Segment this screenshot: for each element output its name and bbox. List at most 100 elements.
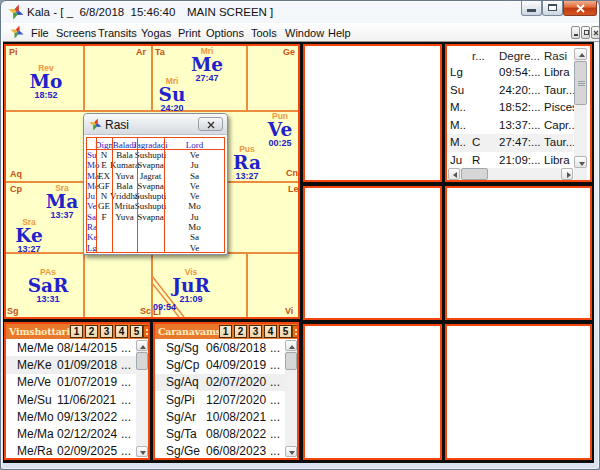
planet-table-vscrollbar[interactable] [574, 48, 587, 168]
scroll-left-button[interactable] [448, 168, 460, 180]
dasha-more: ... [270, 427, 280, 441]
rasi-popup-icon [89, 118, 102, 131]
dasha-row[interactable]: Me/Mo 09/13/2022 ... [6, 408, 148, 425]
dasha-row[interactable]: Sg/Ar 10/08/2021 ... [155, 408, 297, 425]
dasha-row[interactable]: Sg/Sg 06/08/2018 ... [155, 339, 297, 356]
vimshottari-tab-2[interactable]: 2 [85, 325, 98, 338]
rasi-cell: Taur... [544, 84, 575, 96]
mdi-close-button[interactable] [591, 26, 600, 39]
vimshottari-scrollbar[interactable] [136, 340, 148, 457]
dasha-row[interactable]: Me/Ke 01/09/2018 ... [6, 356, 148, 373]
maximize-button[interactable] [542, 1, 563, 16]
caranavamsa-scrollbar[interactable] [285, 340, 297, 457]
minimize-button[interactable] [521, 1, 542, 16]
rasi-popup-close-button[interactable] [198, 117, 223, 131]
menu-screens[interactable]: Screens [56, 27, 96, 39]
scroll-right-button[interactable] [561, 168, 573, 180]
planet-name: SaR [17, 276, 79, 295]
sign-label-pi: Pi [9, 48, 18, 57]
planet-degree: 18:52 [16, 91, 76, 99]
rasi-popup-window: Rasi Su N Bala Sushupti Ve [83, 113, 228, 255]
vimshottari-tab-1[interactable]: 1 [70, 325, 83, 338]
scroll-up-button[interactable] [136, 340, 148, 351]
caranavamsa-tab-2[interactable]: 2 [234, 325, 247, 338]
vscroll-thumb[interactable] [574, 61, 587, 105]
scroll-down-button[interactable] [285, 446, 297, 457]
planet-table-row[interactable]: M.. 13:37:... Capr.. [447, 117, 573, 135]
rasi-cell: Pisces [544, 101, 578, 113]
menu-yogas[interactable]: Yogas [141, 27, 171, 39]
scroll-up-button[interactable] [574, 48, 587, 60]
planet-table-rows: Lg 09:54:... Libra Su 24:20:... Taur... [447, 64, 573, 170]
scroll-down-button[interactable] [136, 446, 148, 457]
caranavamsa-tab-1[interactable]: 1 [219, 325, 232, 338]
planet-name: Su [142, 85, 202, 104]
dasha-pair: Me/Ma [17, 427, 53, 441]
caranavamsa-tab-4[interactable]: 4 [264, 325, 277, 338]
vimshottari-tab-3[interactable]: 3 [100, 325, 113, 338]
dasha-row[interactable]: Me/Su 11/06/2021 ... [6, 391, 148, 408]
vimshottari-list: Me/Me 08/14/2015 ... Me/Ke 01/09/2018 ..… [6, 339, 148, 458]
menu-print[interactable]: Print [178, 27, 201, 39]
dasha-pair: Sg/Ta [166, 427, 202, 441]
menu-tools[interactable]: Tools [251, 27, 277, 39]
sign-label-aq: Aq [10, 170, 22, 179]
scroll-up-button[interactable] [285, 340, 297, 351]
dasha-more: ... [121, 427, 131, 441]
flag-cell: C [472, 136, 480, 148]
planet-cell: Ju [450, 154, 462, 166]
planet-table-row[interactable]: M.. C 27:47:... Taur... [447, 134, 573, 152]
dasha-row[interactable]: Sg/Ge 06/08/2023 ... [155, 443, 297, 460]
dasha-date: 10/08/2021 [206, 410, 268, 424]
planet-table-row[interactable]: Su 24:20:... Taur... [447, 82, 573, 100]
col-header-degree[interactable]: Degre... [499, 50, 540, 62]
caranavamsa-more-button[interactable] [292, 325, 297, 338]
dasha-date: 02/09/2025 [57, 444, 119, 458]
rasi-popup-titlebar[interactable]: Rasi [84, 114, 227, 135]
planet-degree: 13:31 [17, 295, 79, 303]
planet-table-row[interactable]: M.. 18:52:... Pisces [447, 99, 573, 117]
close-button[interactable] [563, 1, 597, 16]
caranavamsa-label[interactable]: Caranavamsa [158, 326, 227, 337]
blank-panel-2 [303, 186, 442, 320]
vimshottari-more-button[interactable] [143, 325, 148, 338]
caranavamsa-tab-3[interactable]: 3 [249, 325, 262, 338]
flag-cell: R [472, 154, 480, 166]
menu-help[interactable]: Help [328, 27, 351, 39]
planet-table-hscrollbar[interactable] [448, 168, 573, 180]
mdi-minimize-button[interactable] [571, 26, 580, 39]
menu-app-icon [10, 25, 24, 39]
scroll-down-button[interactable] [574, 156, 587, 168]
dasha-row[interactable]: Me/Ve 01/07/2019 ... [6, 374, 148, 391]
mdi-restore-button[interactable] [581, 26, 590, 39]
rasi-table-outer-border [86, 137, 225, 253]
dasha-pair: Me/Mo [17, 410, 53, 424]
vscroll-thumb[interactable] [136, 352, 148, 370]
dasha-row[interactable]: Me/Ma 02/12/2024 ... [6, 425, 148, 442]
vscroll-thumb[interactable] [285, 352, 297, 370]
hscroll-thumb[interactable] [461, 168, 488, 180]
dasha-row[interactable]: Sg/Cp 04/09/2019 ... [155, 356, 297, 373]
menu-options[interactable]: Options [206, 27, 244, 39]
vimshottari-label[interactable]: Vimshottari [9, 326, 70, 337]
menu-transits[interactable]: Transits [98, 27, 137, 39]
dasha-row[interactable]: Sg/Ta 08/08/2022 ... [155, 425, 297, 442]
vimshottari-tab-4[interactable]: 4 [115, 325, 128, 338]
planet-table-row[interactable]: Lg 09:54:... Libra [447, 64, 573, 82]
dasha-row[interactable]: Sg/Pi 12/07/2020 ... [155, 391, 297, 408]
dasha-row[interactable]: Me/Ra 02/09/2025 ... [6, 443, 148, 460]
mdi-close-icon [593, 30, 599, 36]
dasha-row[interactable]: Me/Me 08/14/2015 ... [6, 339, 148, 356]
vimshottari-header: Vimshottari 1 2 3 4 5 [6, 324, 148, 339]
app-icon [8, 4, 24, 20]
caranavamsa-tab-5[interactable]: 5 [279, 325, 292, 338]
col-header-rasi[interactable]: Rasi [544, 50, 567, 62]
menu-file[interactable]: File [31, 27, 49, 39]
planet-degree: 13:27 [220, 172, 274, 180]
dasha-row[interactable]: Sg/Aq 02/07/2020 ... [155, 374, 297, 391]
planet-table-row[interactable]: Ju R 21:09:... Libra [447, 152, 573, 170]
vimshottari-tab-5[interactable]: 5 [130, 325, 143, 338]
dasha-more: ... [121, 410, 131, 424]
menu-window[interactable]: Window [285, 27, 324, 39]
col-header-r[interactable]: r... [472, 50, 485, 62]
